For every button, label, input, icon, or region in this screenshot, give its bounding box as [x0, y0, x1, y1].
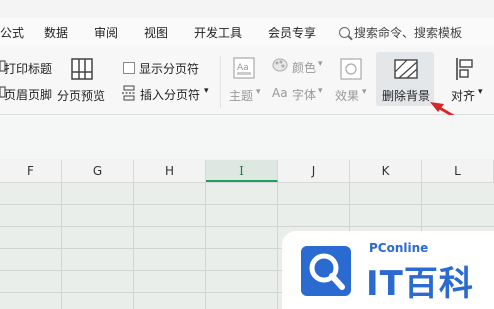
column-header-h[interactable]: H — [134, 160, 206, 182]
effects-dropdown-icon[interactable]: ▾ — [362, 87, 367, 97]
magnifier-logo-icon — [301, 246, 351, 296]
ribbon-separator — [220, 56, 221, 108]
menu-formula[interactable]: 公式 — [0, 24, 24, 41]
formula-area — [0, 115, 494, 159]
column-header-j[interactable]: J — [278, 160, 350, 182]
color-button[interactable]: 颜色 — [292, 59, 316, 76]
header-footer-button[interactable]: 页眉页脚 — [4, 86, 52, 103]
insert-page-break-dropdown-icon[interactable]: ▾ — [204, 86, 209, 96]
page-break-preview-icon — [71, 58, 93, 80]
insert-page-break-button[interactable]: 插入分页符 — [140, 86, 200, 103]
grid-line — [0, 204, 494, 205]
search-icon — [339, 27, 350, 38]
column-header-g[interactable]: G — [62, 160, 134, 182]
search-command[interactable]: 搜索命令、搜索模板 — [339, 24, 462, 41]
font-button[interactable]: 字体 — [292, 86, 316, 103]
grid-line — [61, 183, 62, 309]
delete-background-button[interactable]: 删除背景 — [382, 87, 430, 104]
color-dropdown-icon[interactable]: ▾ — [318, 59, 323, 69]
checkbox-icon — [123, 62, 135, 74]
palette-icon — [272, 58, 288, 72]
align-icon — [456, 58, 473, 80]
effects-button[interactable]: 效果 — [335, 87, 359, 104]
grid-line — [0, 226, 494, 227]
theme-icon: Aa — [233, 57, 255, 79]
insert-page-break-icon — [122, 85, 136, 101]
show-page-breaks-checkbox[interactable]: 显示分页符 — [123, 60, 199, 77]
menu-data[interactable]: 数据 — [44, 24, 68, 41]
delete-background-icon — [394, 59, 418, 79]
title-area — [0, 0, 494, 18]
column-header-row: F G H I J K L — [0, 160, 494, 183]
print-titles-button[interactable]: 打印标题 — [4, 60, 52, 77]
font-aa-icon: Aa — [272, 86, 288, 100]
column-header-i[interactable]: I — [206, 160, 278, 182]
column-header-k[interactable]: K — [350, 160, 422, 182]
grid-line — [277, 183, 278, 309]
svg-text:Aa: Aa — [237, 63, 249, 73]
column-header-f[interactable]: F — [0, 160, 62, 182]
page-break-preview-button[interactable]: 分页预览 — [57, 87, 105, 104]
menu-developer[interactable]: 开发工具 — [194, 24, 242, 41]
logo-small-text: PConline — [369, 241, 429, 255]
grid-line — [205, 183, 206, 309]
column-header-l[interactable]: L — [422, 160, 494, 182]
logo-big-text: IT百科 — [366, 264, 474, 304]
align-dropdown-icon[interactable]: ▾ — [478, 87, 483, 97]
search-label: 搜索命令、搜索模板 — [354, 26, 463, 40]
theme-dropdown-icon[interactable]: ▾ — [256, 87, 261, 97]
menu-view[interactable]: 视图 — [144, 24, 168, 41]
menu-member[interactable]: 会员专享 — [268, 24, 316, 41]
font-dropdown-icon[interactable]: ▾ — [318, 86, 323, 96]
theme-button[interactable]: 主题 — [229, 87, 253, 104]
align-button[interactable]: 对齐 — [451, 87, 475, 104]
show-page-breaks-label: 显示分页符 — [139, 62, 200, 76]
effects-icon — [340, 58, 362, 80]
grid-line — [133, 183, 134, 309]
menu-review[interactable]: 审阅 — [94, 24, 118, 41]
